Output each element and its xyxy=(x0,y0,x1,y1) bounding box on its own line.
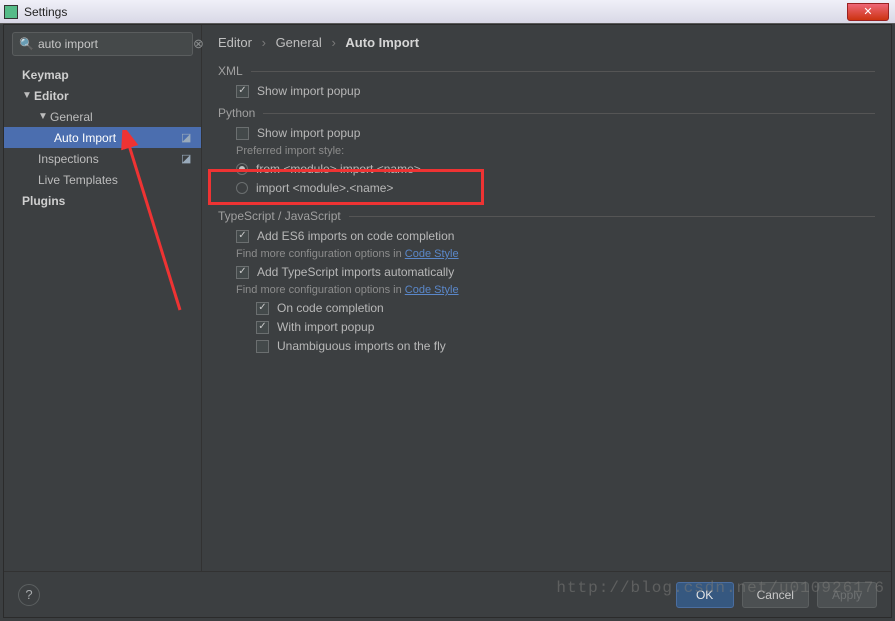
sidebar-item-label: Editor xyxy=(34,89,69,103)
ts-on-code-completion[interactable]: On code completion xyxy=(256,301,875,315)
settings-tree: Keymap ▼ Editor ▼ General Auto Import ◪ … xyxy=(4,62,201,571)
section-ts-title: TypeScript / JavaScript xyxy=(218,209,875,223)
checkbox-icon[interactable] xyxy=(256,302,269,315)
breadcrumb: Editor › General › Auto Import xyxy=(218,35,875,50)
checkbox-icon[interactable] xyxy=(236,127,249,140)
sidebar-item-live-templates[interactable]: Live Templates xyxy=(4,169,201,190)
sidebar-item-editor[interactable]: ▼ Editor xyxy=(4,85,201,106)
checkbox-label: On code completion xyxy=(277,301,384,315)
chevron-right-icon: › xyxy=(262,35,266,50)
code-style-link[interactable]: Code Style xyxy=(405,284,459,296)
xml-show-import-popup[interactable]: Show import popup xyxy=(236,84,875,98)
dialog-footer: ? OK Cancel Apply xyxy=(4,571,891,617)
sidebar-item-keymap[interactable]: Keymap xyxy=(4,64,201,85)
window-close-button[interactable]: ✕ xyxy=(847,3,889,21)
checkbox-label: Show import popup xyxy=(257,126,360,140)
help-button[interactable]: ? xyxy=(18,584,40,606)
project-scope-icon: ◪ xyxy=(181,152,195,166)
sidebar-item-label: Auto Import xyxy=(54,131,116,145)
ok-button[interactable]: OK xyxy=(676,582,734,608)
checkbox-icon[interactable] xyxy=(256,340,269,353)
sidebar-item-general[interactable]: ▼ General xyxy=(4,106,201,127)
checkbox-label: Add ES6 imports on code completion xyxy=(257,229,454,243)
ts-unambiguous-on-fly[interactable]: Unambiguous imports on the fly xyxy=(256,339,875,353)
section-xml-title: XML xyxy=(218,64,875,78)
sidebar-item-plugins[interactable]: Plugins xyxy=(4,190,201,211)
apply-button[interactable]: Apply xyxy=(817,582,877,608)
titlebar: Settings ✕ xyxy=(0,0,895,24)
breadcrumb-item[interactable]: General xyxy=(276,35,322,50)
checkbox-icon[interactable] xyxy=(236,230,249,243)
section-python-title: Python xyxy=(218,106,875,120)
python-show-import-popup[interactable]: Show import popup xyxy=(236,126,875,140)
search-icon: 🔍 xyxy=(19,37,34,51)
breadcrumb-item[interactable]: Editor xyxy=(218,35,252,50)
checkbox-label: Show import popup xyxy=(257,84,360,98)
checkbox-label: Add TypeScript imports automatically xyxy=(257,265,454,279)
sidebar-item-label: Keymap xyxy=(22,68,69,82)
checkbox-label: Unambiguous imports on the fly xyxy=(277,339,446,353)
chevron-right-icon: › xyxy=(331,35,335,50)
sidebar-item-label: Plugins xyxy=(22,194,65,208)
settings-content: Editor › General › Auto Import XML Show … xyxy=(202,25,891,571)
chevron-down-icon: ▼ xyxy=(38,111,48,122)
breadcrumb-item: Auto Import xyxy=(345,35,419,50)
checkbox-icon[interactable] xyxy=(256,321,269,334)
sidebar-item-label: General xyxy=(50,110,93,124)
project-scope-icon: ◪ xyxy=(181,131,195,145)
checkbox-label: With import popup xyxy=(277,320,374,334)
ts-hint-2: Find more configuration options in Code … xyxy=(236,284,875,296)
ts-with-import-popup[interactable]: With import popup xyxy=(256,320,875,334)
sidebar-item-label: Live Templates xyxy=(38,173,118,187)
ts-add-es6[interactable]: Add ES6 imports on code completion xyxy=(236,229,875,243)
cancel-button[interactable]: Cancel xyxy=(742,582,809,608)
settings-sidebar: 🔍 ⊗ Keymap ▼ Editor ▼ General Auto Impor… xyxy=(4,25,202,571)
window-title: Settings xyxy=(24,5,847,19)
checkbox-icon[interactable] xyxy=(236,266,249,279)
app-icon xyxy=(4,5,18,19)
sidebar-item-auto-import[interactable]: Auto Import ◪ xyxy=(4,127,201,148)
checkbox-icon[interactable] xyxy=(236,85,249,98)
python-preferred-label: Preferred import style: xyxy=(236,145,875,157)
chevron-down-icon: ▼ xyxy=(22,90,32,101)
search-input[interactable] xyxy=(38,37,193,51)
sidebar-item-inspections[interactable]: Inspections ◪ xyxy=(4,148,201,169)
code-style-link[interactable]: Code Style xyxy=(405,248,459,260)
settings-search[interactable]: 🔍 ⊗ xyxy=(12,32,193,56)
ts-add-ts-auto[interactable]: Add TypeScript imports automatically xyxy=(236,265,875,279)
ts-hint-1: Find more configuration options in Code … xyxy=(236,248,875,260)
annotation-highlight xyxy=(208,169,484,205)
sidebar-item-label: Inspections xyxy=(38,152,99,166)
